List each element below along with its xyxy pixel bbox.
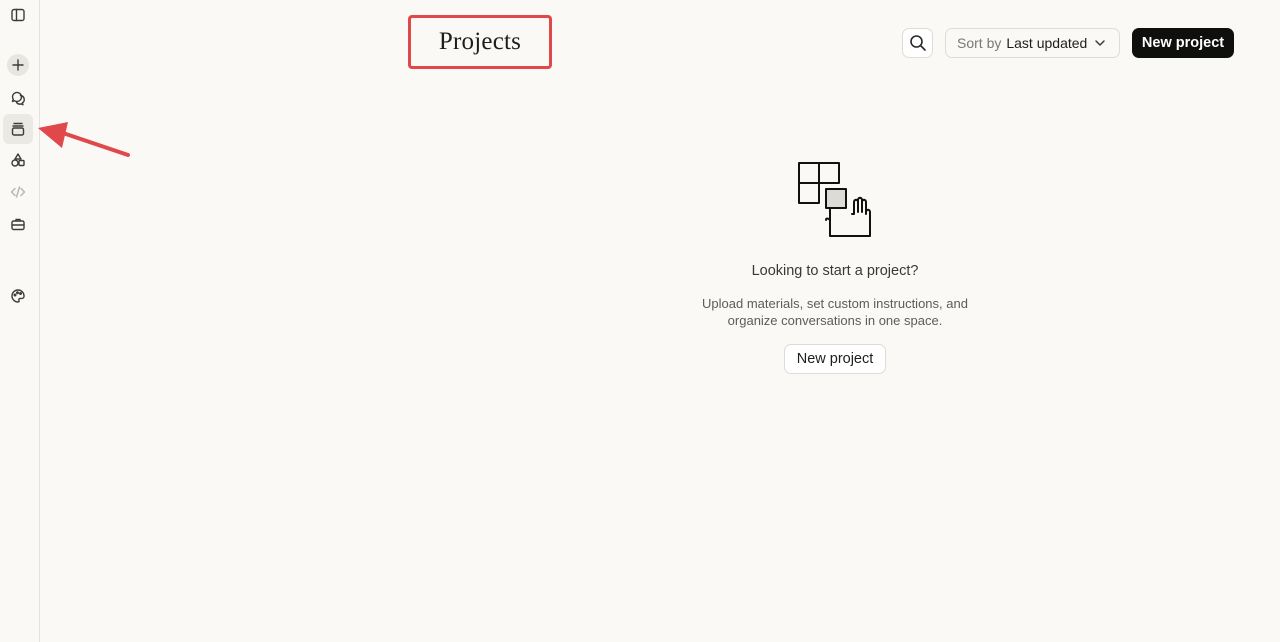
- plus-icon: [12, 59, 24, 71]
- stack-icon: [11, 122, 25, 136]
- title-highlight: Projects: [408, 15, 552, 69]
- search-button[interactable]: [902, 28, 933, 58]
- sidebar-icon: [11, 8, 25, 22]
- sidebar-toggle-button[interactable]: [5, 2, 31, 28]
- empty-state-title: Looking to start a project?: [751, 263, 919, 279]
- empty-state-description: Upload materials, set custom instruction…: [0, 295, 1280, 329]
- sort-value: Last updated: [1006, 35, 1088, 51]
- page-title: Projects: [438, 28, 522, 55]
- annotation-arrow-icon: [38, 122, 130, 157]
- code-icon: [10, 186, 26, 198]
- grid-hand-illustration: [798, 162, 871, 237]
- chat-bubbles-icon: [11, 91, 25, 106]
- sort-dropdown[interactable]: Sort by Last updated: [945, 28, 1120, 58]
- chevron-down-icon: [1095, 40, 1106, 46]
- empty-state-new-project-button[interactable]: New project: [784, 344, 886, 374]
- empty-state-description-line2: organize conversations in one space.: [727, 313, 943, 328]
- sidebar-item-projects[interactable]: [3, 114, 33, 144]
- empty-state-description-line1: Upload materials, set custom instruction…: [702, 296, 968, 311]
- shapes-icon: [11, 153, 25, 167]
- sort-label: Sort by: [957, 35, 1002, 51]
- sidebar-item-code[interactable]: [5, 179, 31, 205]
- sidebar-item-artifacts[interactable]: [5, 147, 31, 173]
- app-window: Projects Sort by Last updated New projec…: [0, 0, 1280, 642]
- briefcase-icon: [11, 218, 25, 231]
- new-project-button[interactable]: New project: [1132, 28, 1234, 58]
- search-icon: [909, 35, 926, 51]
- sidebar-item-chats[interactable]: [5, 85, 31, 111]
- sidebar-item-tools[interactable]: [5, 211, 31, 237]
- new-chat-button[interactable]: [7, 54, 29, 76]
